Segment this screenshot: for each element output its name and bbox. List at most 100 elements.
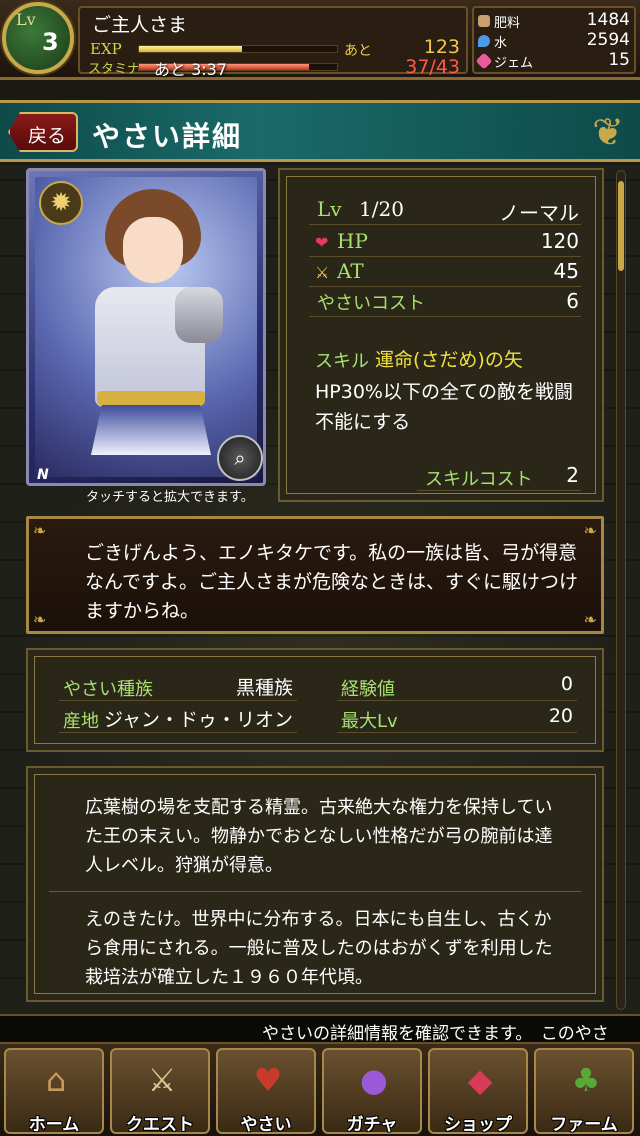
corner-ornament-icon: ❧ — [33, 610, 47, 629]
fact-text: えのきたけ。世界中に分布する。日本にも自生し、古くから食用にされる。一般に普及し… — [85, 909, 553, 988]
back-button-label: 戻る — [28, 125, 67, 147]
gem-shop-icon: ◆ — [467, 1061, 493, 1099]
nav-yasai-button[interactable]: ♥ やさい — [216, 1048, 316, 1135]
stamina-value: 37/43 — [405, 56, 460, 78]
origin-label: 産地 — [63, 711, 99, 732]
resource-fertilizer: 肥料 1484 — [478, 10, 632, 32]
stamina-timer: あと 3:37 — [154, 60, 228, 79]
description-inner: 広葉樹の場を支配する精霊。古来絶大な権力を保持していた王の末えい。物静かでおとな… — [34, 774, 596, 994]
nav-label: ホーム — [28, 1115, 80, 1135]
attribute-emblem-icon: ✹ — [39, 181, 83, 225]
nav-farm-button[interactable]: ♣ ファーム — [534, 1048, 634, 1135]
at-label: AT — [337, 259, 364, 283]
resource-name: ジェム — [494, 56, 534, 71]
divider — [49, 891, 581, 892]
info-panel: やさい種族 黒種族 産地 ジャン・ドゥ・リオン 経験値 0 最大Lv 20 — [26, 648, 604, 752]
exp-label: 経験値 — [341, 679, 395, 700]
corner-ornament-icon: ❧ — [33, 521, 47, 540]
sprout-icon: ♣ — [571, 1061, 601, 1099]
exp-remaining-value: 123 — [423, 36, 460, 58]
info-origin-row: 産地 ジャン・ドゥ・リオン — [59, 703, 297, 733]
resource-value: 1484 — [586, 10, 630, 30]
news-ticker: やさいの詳細情報を確認できます。 このやさ — [0, 1014, 640, 1044]
stat-at-row: ⚔ AT 45 — [309, 257, 581, 287]
resource-name: 肥料 — [494, 16, 521, 31]
gem-icon — [475, 52, 493, 70]
ticker-text: やさいの詳細情報を確認できます。 このやさ — [262, 1024, 609, 1044]
level-label: Lv — [16, 10, 36, 29]
skill-name: 運命(さだめ)の矢 — [375, 349, 523, 371]
info-tribe-row: やさい種族 黒種族 — [59, 671, 297, 701]
at-value: 45 — [553, 259, 579, 283]
hp-value: 120 — [540, 229, 579, 253]
exp-value: 0 — [560, 673, 573, 695]
info-inner: やさい種族 黒種族 産地 ジャン・ドゥ・リオン 経験値 0 最大Lv 20 — [34, 656, 596, 744]
scrollbar[interactable] — [616, 170, 626, 1010]
cost-value: 6 — [566, 289, 579, 313]
info-maxlv-row: 最大Lv 20 — [337, 703, 577, 733]
nav-label: やさい — [240, 1115, 292, 1135]
character-face — [123, 217, 183, 283]
stats-inner: Lv 1/20 ノーマル ❤ HP 120 ⚔ AT 45 やさいコスト 6 ス… — [286, 176, 596, 494]
exp-bar-fill — [139, 46, 242, 52]
exp-bar — [138, 45, 338, 53]
maxlv-value: 20 — [548, 705, 573, 727]
skill-description: HP30%以下の全ての敵を戦闘不能にする — [315, 381, 573, 433]
stat-level-row: Lv 1/20 ノーマル — [309, 195, 581, 225]
stat-hp-row: ❤ HP 120 — [309, 227, 581, 257]
info-exp-row: 経験値 0 — [337, 671, 577, 701]
nav-gacha-button[interactable]: ● ガチャ — [322, 1048, 422, 1135]
nav-label: ショップ — [444, 1115, 512, 1135]
sword-icon: ⚔ — [315, 263, 330, 282]
resource-name: 水 — [494, 36, 508, 51]
resource-gem: ジェム 15 — [475, 50, 632, 72]
maxlv-label: 最大Lv — [341, 711, 398, 732]
player-panel: ご主人さま EXP あと 123 スタミナ あと 3:37 37/43 — [78, 6, 468, 79]
character-armor — [175, 287, 223, 343]
title-bar: 戻る やさい詳細 ❦ — [0, 100, 640, 162]
description-panel: 広葉樹の場を支配する精霊。古来絶大な権力を保持していた王の末えい。物静かでおとな… — [26, 766, 604, 1002]
corner-ornament-icon: ❧ — [583, 521, 597, 540]
card-rarity: N — [37, 467, 49, 483]
nav-home-button[interactable]: ⌂ ホーム — [4, 1048, 104, 1135]
skill-cost-row: スキルコスト 2 — [417, 461, 581, 491]
card-caption: タッチすると拡大できます。 — [86, 490, 254, 505]
corner-ornament-icon: ❧ — [583, 610, 597, 629]
nav-quest-button[interactable]: ⚔ クエスト — [110, 1048, 210, 1135]
status-bar: Lv 3 ご主人さま EXP あと 123 スタミナ あと 3:37 37/43… — [0, 0, 640, 80]
character-quote: ごきげんよう、エノキタケです。私の一族は皆、弓が得意なんですよ。ご主人さまが危険… — [85, 542, 579, 622]
cards-icon: ♥ — [253, 1061, 283, 1099]
flavor-text: 広葉樹の場を支配する精霊。古来絶大な権力を保持していた王の末えい。物静かでおとな… — [85, 797, 553, 876]
level-value: 1/20 — [359, 197, 404, 221]
zoom-icon[interactable]: ⌕ — [217, 435, 263, 481]
level-label: Lv — [317, 197, 342, 221]
water-icon — [478, 35, 490, 47]
resource-value: 15 — [608, 50, 630, 70]
player-name: ご主人さま — [92, 14, 188, 36]
stats-panel: Lv 1/20 ノーマル ❤ HP 120 ⚔ AT 45 やさいコスト 6 ス… — [278, 168, 604, 502]
nav-label: ファーム — [550, 1115, 618, 1135]
character-quote-panel: ❧ ❧ ❧ ❧ ごきげんよう、エノキタケです。私の一族は皆、弓が得意なんですよ。… — [26, 516, 604, 634]
level-value: 3 — [42, 28, 59, 56]
back-button[interactable]: 戻る — [8, 112, 78, 152]
character-skirt — [91, 399, 211, 455]
heart-icon: ❤ — [315, 233, 329, 252]
character-belt — [97, 391, 205, 405]
fertilizer-icon — [478, 15, 490, 27]
nav-shop-button[interactable]: ◆ ショップ — [428, 1048, 528, 1135]
cost-label: やさいコスト — [317, 293, 425, 314]
skill-cost-label: スキルコスト — [425, 469, 533, 490]
skill-cost-value: 2 — [566, 463, 579, 487]
page-title: やさい詳細 — [92, 120, 243, 153]
origin-value: ジャン・ドゥ・リオン — [103, 709, 293, 731]
character-illustration[interactable]: ✹ — [35, 177, 257, 477]
stat-cost-row: やさいコスト 6 — [309, 287, 581, 317]
scrollbar-thumb[interactable] — [618, 181, 624, 271]
nav-label: ガチャ — [346, 1115, 398, 1135]
nav-label: クエスト — [126, 1115, 194, 1135]
exp-label: EXP — [90, 40, 122, 58]
exp-remaining-label: あと — [344, 43, 372, 59]
rarity-name: ノーマル — [499, 201, 579, 225]
resource-water: 水 2594 — [478, 30, 632, 52]
character-card[interactable]: ✹ N ⌕ — [26, 168, 266, 486]
